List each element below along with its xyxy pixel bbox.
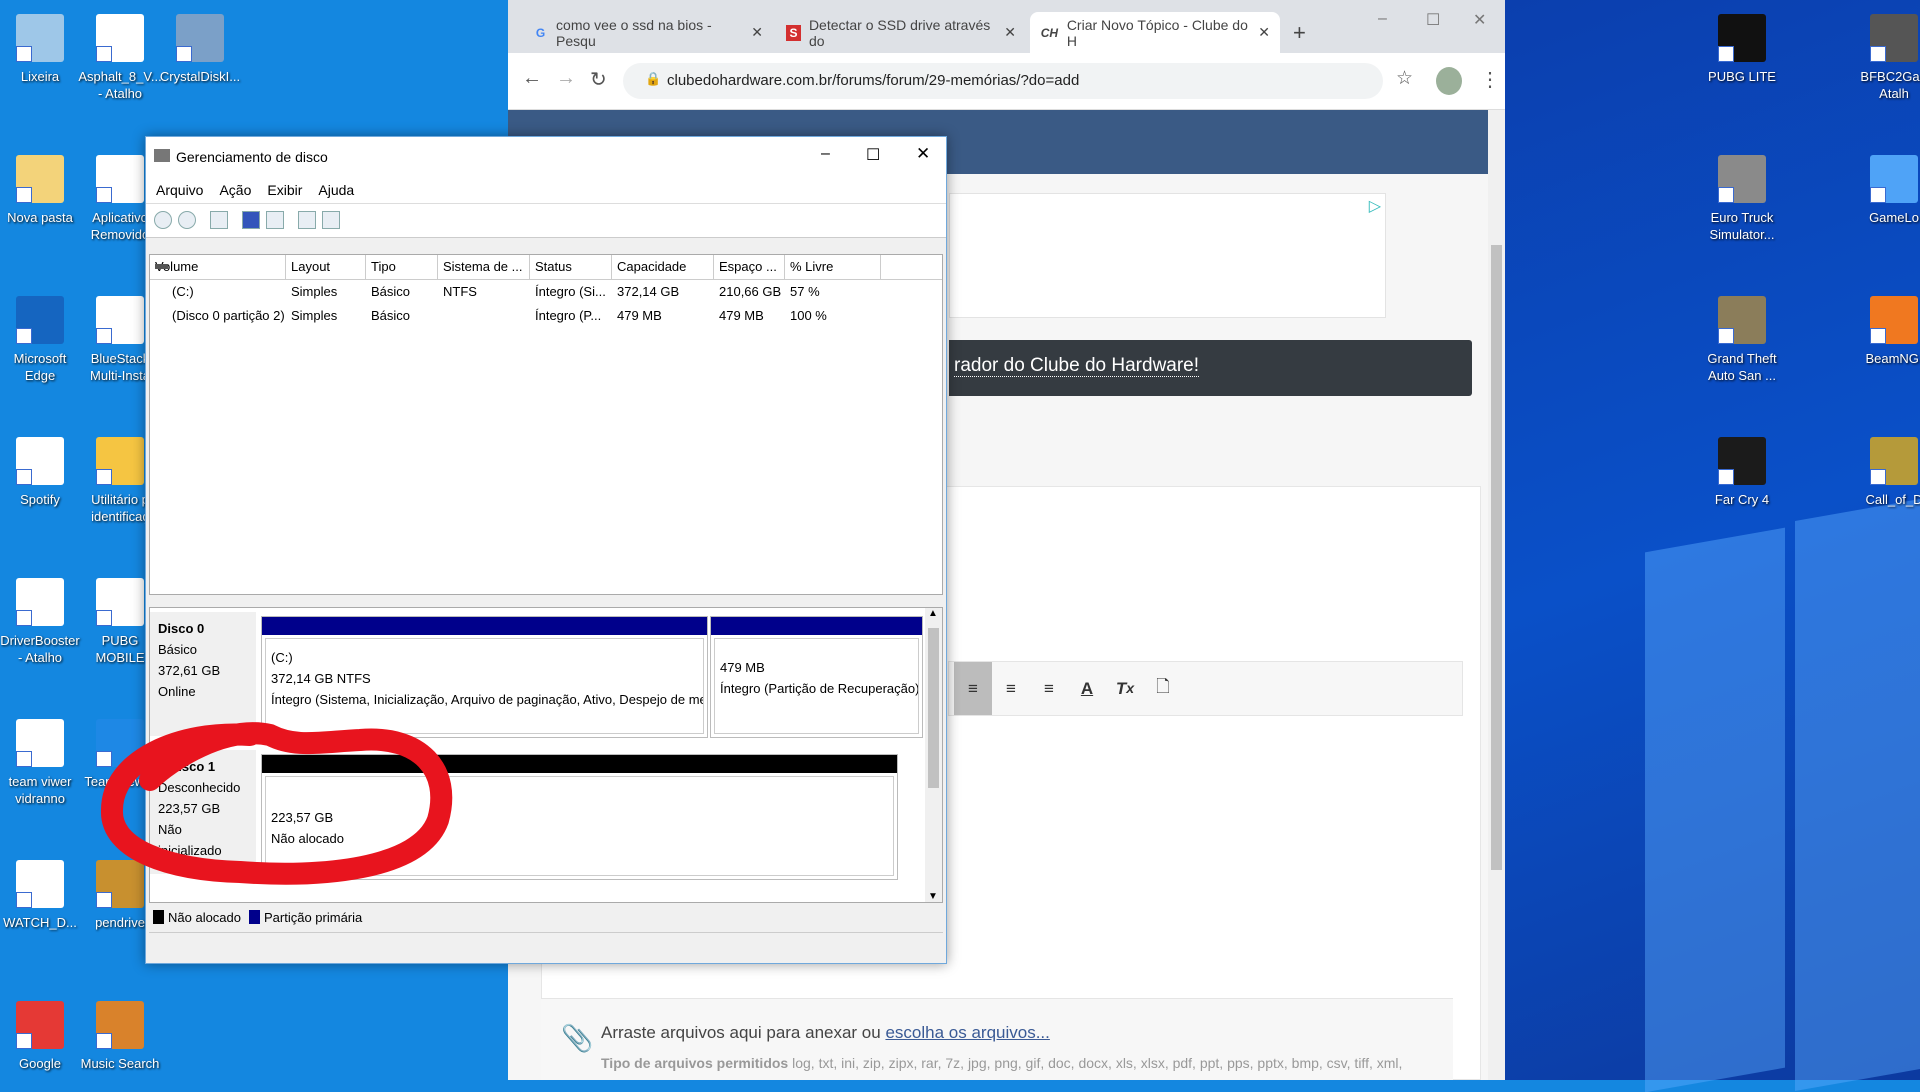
red-circle-annotation [101, 722, 453, 885]
